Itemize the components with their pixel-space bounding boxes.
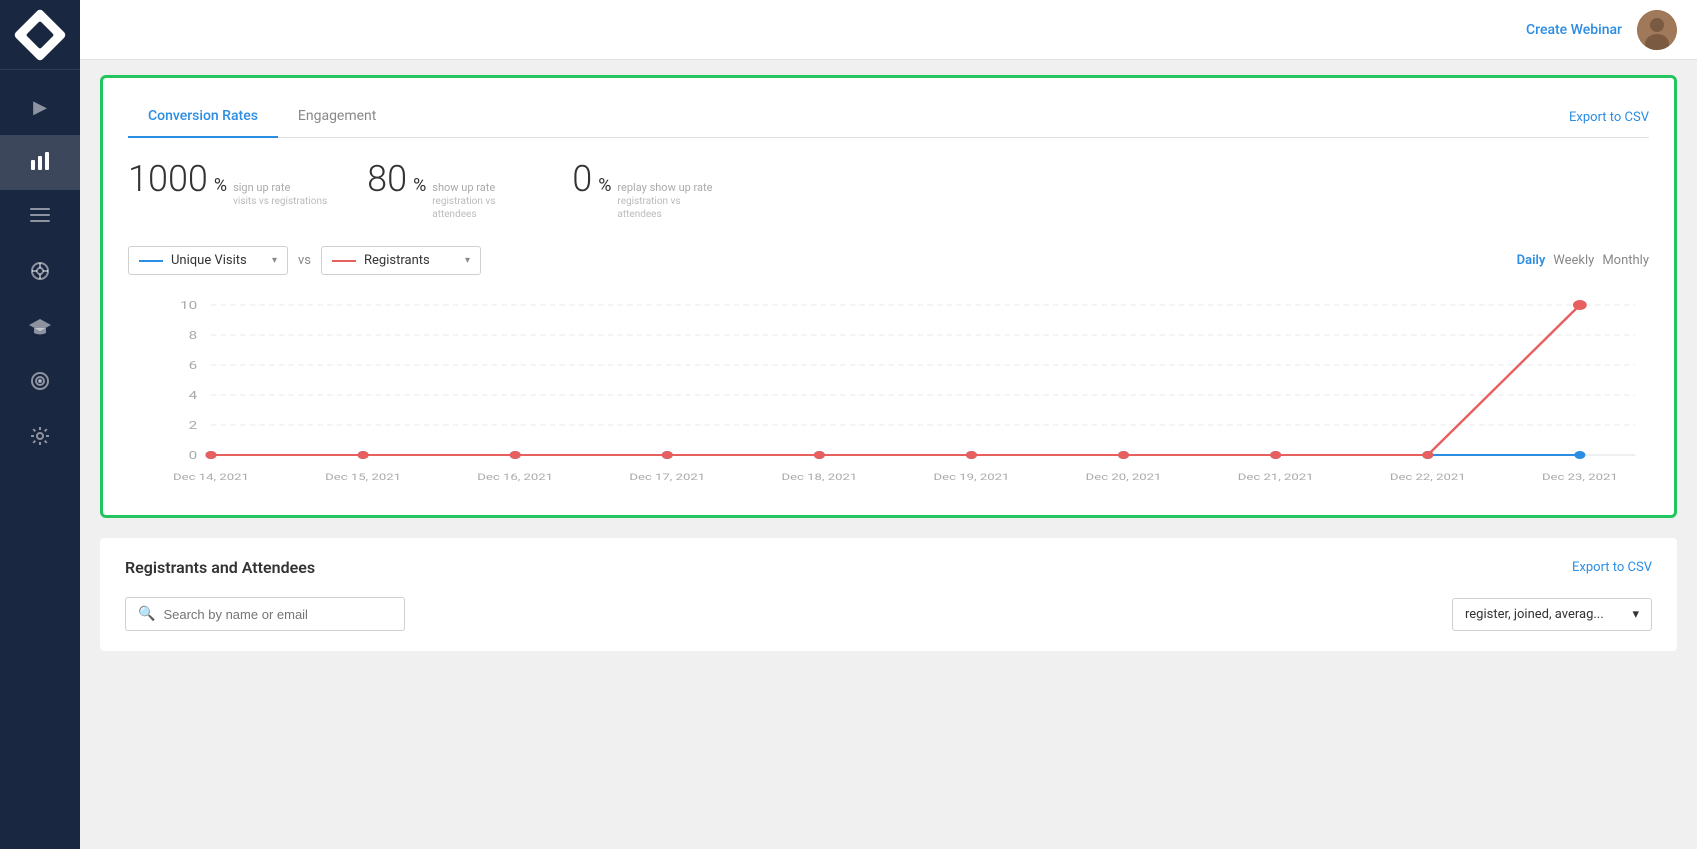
sidebar-item-education[interactable] <box>0 300 80 355</box>
search-input[interactable] <box>163 607 392 622</box>
chart-controls: Unique Visits ▾ vs Registrants ▾ Daily W… <box>128 246 1649 275</box>
stat-signup-value: 1000 <box>128 158 208 200</box>
right-select-label: Registrants <box>364 253 457 268</box>
left-select-label: Unique Visits <box>171 253 264 268</box>
svg-text:Dec 17, 2021: Dec 17, 2021 <box>629 471 705 483</box>
left-select[interactable]: Unique Visits ▾ <box>128 246 288 275</box>
svg-text:6: 6 <box>189 360 198 372</box>
settings-icon <box>30 426 50 450</box>
svg-text:4: 4 <box>189 390 198 402</box>
registrants-line-icon <box>332 260 356 262</box>
registrants-header: Registrants and Attendees Export to CSV <box>125 558 1652 577</box>
svg-text:0: 0 <box>189 450 198 462</box>
integration-icon <box>30 261 50 285</box>
sidebar-logo <box>0 0 80 70</box>
sidebar-nav: ▶ <box>0 70 80 465</box>
left-select-chevron-icon: ▾ <box>272 255 277 266</box>
svg-text:Dec 19, 2021: Dec 19, 2021 <box>934 471 1010 483</box>
sidebar-item-target[interactable] <box>0 355 80 410</box>
tabs-left: Conversion Rates Engagement <box>128 98 396 137</box>
stats-row: 1000 % sign up rate visits vs registrati… <box>128 158 1649 221</box>
stat-signup-label: sign up rate visits vs registrations <box>233 181 327 208</box>
svg-text:Dec 21, 2021: Dec 21, 2021 <box>1238 471 1314 483</box>
right-select[interactable]: Registrants ▾ <box>321 246 481 275</box>
stat-showup-value: 80 <box>367 158 407 200</box>
list-icon <box>30 208 50 228</box>
topbar: Create Webinar <box>80 0 1697 60</box>
tab-engagement[interactable]: Engagement <box>278 98 396 138</box>
chart-selects: Unique Visits ▾ vs Registrants ▾ <box>128 246 481 275</box>
chart-svg: 10 8 6 4 2 0 <box>128 295 1649 495</box>
svg-text:Dec 14, 2021: Dec 14, 2021 <box>173 471 249 483</box>
export-csv-button[interactable]: Export to CSV <box>1569 110 1649 125</box>
analytics-icon <box>29 150 51 176</box>
monthly-button[interactable]: Monthly <box>1602 253 1649 268</box>
topbar-right: Create Webinar <box>1526 10 1677 50</box>
svg-text:10: 10 <box>180 300 197 312</box>
stat-signup-percent: % <box>214 175 227 196</box>
svg-text:2: 2 <box>189 420 198 432</box>
registrants-title: Registrants and Attendees <box>125 558 315 577</box>
avatar <box>1637 10 1677 50</box>
stat-replay-percent: % <box>598 175 611 196</box>
play-icon: ▶ <box>33 99 47 117</box>
right-select-chevron-icon: ▾ <box>465 255 470 266</box>
tab-conversion-rates[interactable]: Conversion Rates <box>128 98 278 138</box>
svg-text:Dec 22, 2021: Dec 22, 2021 <box>1390 471 1466 483</box>
stat-showup-label: show up rate registration vs attendees <box>432 181 532 221</box>
vs-label: vs <box>298 253 311 268</box>
svg-text:Dec 15, 2021: Dec 15, 2021 <box>325 471 401 483</box>
unique-visits-line-icon <box>139 260 163 262</box>
svg-text:Dec 23, 2021: Dec 23, 2021 <box>1542 471 1618 483</box>
filter-row: 🔍 register, joined, averag... ▾ <box>125 597 1652 631</box>
filter-select[interactable]: register, joined, averag... ▾ <box>1452 598 1652 631</box>
sidebar-item-integration[interactable] <box>0 245 80 300</box>
logo-inner <box>26 20 54 48</box>
stat-showup-rate: 80 % show up rate registration vs attend… <box>367 158 532 221</box>
search-box[interactable]: 🔍 <box>125 597 405 631</box>
svg-text:Dec 20, 2021: Dec 20, 2021 <box>1086 471 1162 483</box>
content-area: Conversion Rates Engagement Export to CS… <box>80 60 1697 849</box>
chart-area: 10 8 6 4 2 0 <box>128 295 1649 495</box>
daily-button[interactable]: Daily <box>1517 253 1546 268</box>
svg-text:Dec 18, 2021: Dec 18, 2021 <box>781 471 857 483</box>
sidebar-item-list[interactable] <box>0 190 80 245</box>
time-period-buttons: Daily Weekly Monthly <box>1517 253 1649 268</box>
tabs-row: Conversion Rates Engagement Export to CS… <box>128 98 1649 138</box>
conversion-rates-card: Conversion Rates Engagement Export to CS… <box>100 75 1677 518</box>
stat-replay-value: 0 <box>572 158 592 200</box>
svg-text:Dec 16, 2021: Dec 16, 2021 <box>477 471 553 483</box>
sidebar: ▶ <box>0 0 80 849</box>
sidebar-item-play[interactable]: ▶ <box>0 80 80 135</box>
logo-diamond <box>13 8 67 62</box>
target-icon <box>30 371 50 395</box>
svg-text:8: 8 <box>189 330 198 342</box>
stat-replay-label: replay show up rate registration vs atte… <box>617 181 717 221</box>
graduation-icon <box>29 317 51 339</box>
create-webinar-link[interactable]: Create Webinar <box>1526 22 1622 38</box>
sidebar-item-settings[interactable] <box>0 410 80 465</box>
stat-replay-rate: 0 % replay show up rate registration vs … <box>572 158 717 221</box>
registrants-export-csv-button[interactable]: Export to CSV <box>1572 560 1652 575</box>
sidebar-item-analytics[interactable] <box>0 135 80 190</box>
filter-select-value: register, joined, averag... <box>1465 607 1604 622</box>
stat-showup-percent: % <box>413 175 426 196</box>
stat-signup-rate: 1000 % sign up rate visits vs registrati… <box>128 158 327 208</box>
search-icon: 🔍 <box>138 606 155 622</box>
weekly-button[interactable]: Weekly <box>1553 253 1594 268</box>
main-content: Create Webinar Conversion Rates Engageme… <box>80 0 1697 849</box>
filter-chevron-icon: ▾ <box>1632 607 1639 622</box>
registrants-card: Registrants and Attendees Export to CSV … <box>100 538 1677 651</box>
